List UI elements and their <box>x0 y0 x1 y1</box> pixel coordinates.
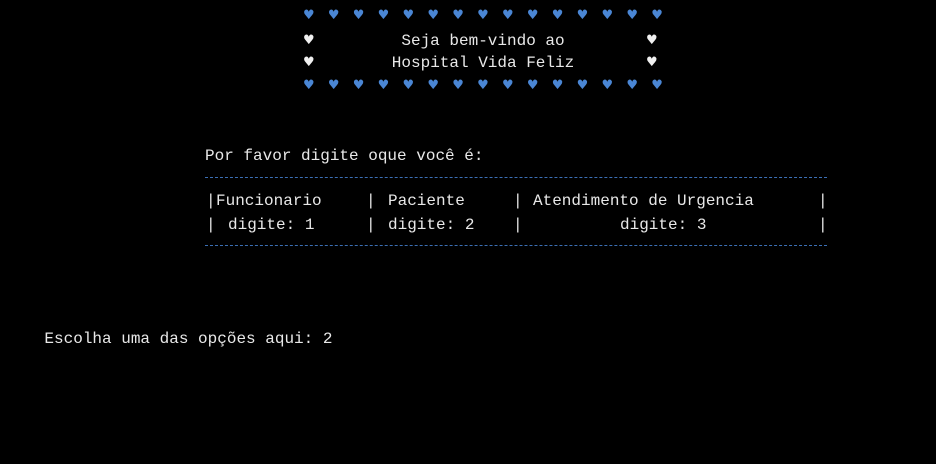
heart-icon: ♥ <box>646 55 658 70</box>
heart-icon: ♥ <box>303 55 315 70</box>
table-border: | <box>513 216 523 234</box>
table-border: | <box>206 216 216 234</box>
heart-icon: ♥ <box>377 8 390 23</box>
option-label-funcionario: Funcionario <box>216 192 322 210</box>
heart-icon: ♥ <box>576 78 589 93</box>
input-value[interactable]: 2 <box>323 330 333 348</box>
heart-icon: ♥ <box>576 8 589 23</box>
table-border: | <box>366 192 376 210</box>
table-border: | <box>513 192 523 210</box>
heart-icon: ♥ <box>601 78 614 93</box>
table-border: | <box>818 216 828 234</box>
heart-icon: ♥ <box>427 8 440 23</box>
heart-icon: ♥ <box>402 8 415 23</box>
heart-icon: ♥ <box>303 33 315 48</box>
heart-icon: ♥ <box>303 8 315 23</box>
heart-icon: ♥ <box>452 78 464 93</box>
heart-border-top: ♥ ♥ ♥ ♥ ♥ ♥ ♥ ♥ ♥ ♥ ♥ ♥ ♥ ♥ ♥ <box>303 6 663 26</box>
console-window[interactable]: ♥ ♥ ♥ ♥ ♥ ♥ ♥ ♥ ♥ ♥ ♥ ♥ ♥ ♥ ♥ ♥ Seja bem… <box>0 0 936 464</box>
heart-icon: ♥ <box>551 8 564 23</box>
heart-icon: ♥ <box>427 78 440 93</box>
option-label-urgencia: Atendimento de Urgencia <box>533 192 754 210</box>
heart-border-bottom: ♥ ♥ ♥ ♥ ♥ ♥ ♥ ♥ ♥ ♥ ♥ ♥ ♥ ♥ ♥ <box>303 76 663 96</box>
heart-icon: ♥ <box>526 8 539 23</box>
welcome-line: Seja bem-vindo ao <box>401 32 565 50</box>
heart-icon: ♥ <box>646 33 658 48</box>
heart-icon: ♥ <box>327 8 340 23</box>
option-key-paciente: digite: 2 <box>388 216 475 234</box>
heart-icon: ♥ <box>601 8 614 23</box>
heart-icon: ♥ <box>377 78 390 93</box>
menu-prompt: Por favor digite oque você é: <box>205 147 484 165</box>
heart-icon: ♥ <box>502 8 514 23</box>
heart-icon: ♥ <box>303 78 315 93</box>
heart-icon: ♥ <box>551 78 564 93</box>
input-line[interactable]: Escolha uma das opções aqui: 2 <box>6 309 332 348</box>
input-prompt: Escolha uma das opções aqui: <box>44 330 314 348</box>
table-border: | <box>366 216 376 234</box>
heart-icon: ♥ <box>477 8 489 23</box>
table-border: | <box>206 192 216 210</box>
menu-separator-bottom <box>205 245 827 246</box>
heart-icon: ♥ <box>327 78 340 93</box>
option-label-paciente: Paciente <box>388 192 465 210</box>
heart-icon: ♥ <box>626 78 639 93</box>
option-key-funcionario: digite: 1 <box>228 216 315 234</box>
heart-icon: ♥ <box>526 78 539 93</box>
heart-icon: ♥ <box>651 8 663 23</box>
heart-icon: ♥ <box>502 78 514 93</box>
heart-icon: ♥ <box>477 78 489 93</box>
heart-icon: ♥ <box>352 78 365 93</box>
table-border: | <box>818 192 828 210</box>
heart-icon: ♥ <box>452 8 464 23</box>
heart-icon: ♥ <box>352 8 365 23</box>
window-edge <box>936 0 942 464</box>
menu-separator-top <box>205 177 827 178</box>
heart-icon: ♥ <box>626 8 639 23</box>
hospital-name: Hospital Vida Feliz <box>391 54 575 72</box>
option-key-urgencia: digite: 3 <box>620 216 707 234</box>
heart-icon: ♥ <box>402 78 415 93</box>
heart-icon: ♥ <box>651 78 663 93</box>
